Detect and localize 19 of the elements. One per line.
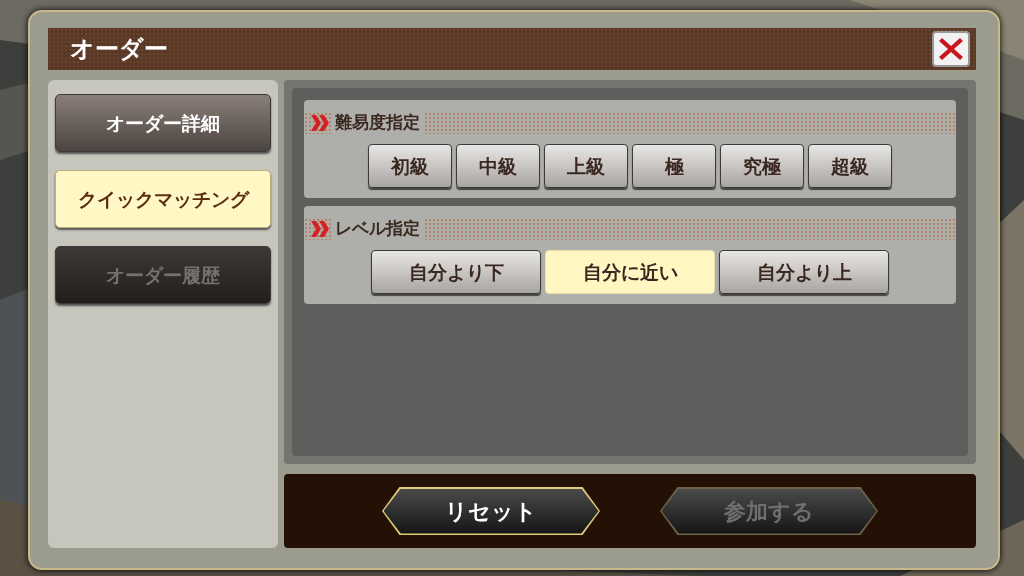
option-button[interactable]: 超級 (808, 144, 892, 188)
option-button[interactable]: 自分より下 (371, 250, 541, 294)
chevron-icon (310, 115, 330, 131)
section-title: レベル指定 (332, 216, 423, 242)
option-button[interactable]: 自分より上 (719, 250, 889, 294)
close-icon (938, 36, 964, 62)
close-button[interactable] (932, 31, 970, 67)
dialog-title: オーダー (70, 34, 168, 65)
action-button[interactable]: リセット (382, 487, 600, 535)
option-button[interactable]: 上級 (544, 144, 628, 188)
option-button[interactable]: 究極 (720, 144, 804, 188)
chevron-icon (310, 221, 330, 237)
option-button[interactable]: 初級 (368, 144, 452, 188)
option-button[interactable]: 中級 (456, 144, 540, 188)
option-button[interactable]: 極 (632, 144, 716, 188)
sidebar-tab[interactable]: オーダー詳細 (55, 94, 271, 152)
option-button[interactable]: 自分に近い (545, 250, 715, 294)
section-title: 難易度指定 (332, 110, 423, 136)
sidebar-tab[interactable]: クイックマッチング (55, 170, 271, 228)
